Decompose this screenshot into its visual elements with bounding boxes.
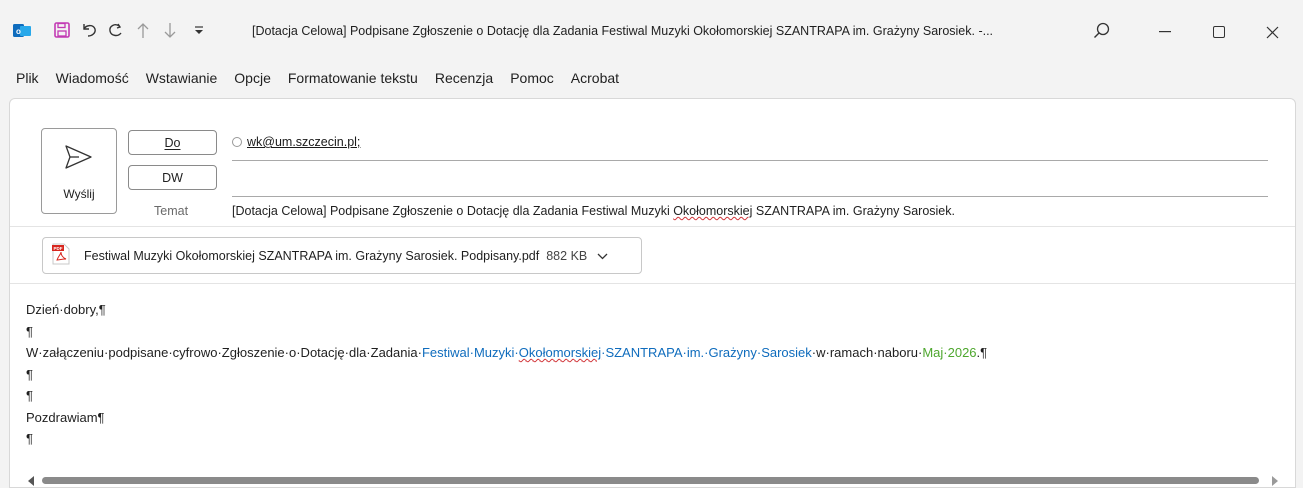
attachment-name: Festiwal Muzyki Okołomorskiej SZANTRAPA … xyxy=(84,248,540,263)
close-button[interactable] xyxy=(1249,14,1295,50)
send-label: Wyślij xyxy=(63,187,95,201)
svg-text:PDF: PDF xyxy=(54,246,63,251)
subject-label: Temat xyxy=(154,204,189,218)
attachment-separator xyxy=(10,283,1295,284)
window-title: [Dotacja Celowa] Podpisane Zgłoszenie o … xyxy=(252,24,994,38)
tab-format-text[interactable]: Formatowanie tekstu xyxy=(288,70,418,86)
arrow-down-icon[interactable] xyxy=(163,22,177,39)
tab-acrobat[interactable]: Acrobat xyxy=(571,70,619,86)
header-separator xyxy=(10,226,1295,227)
minimize-button[interactable] xyxy=(1142,14,1188,50)
horizontal-scrollbar[interactable] xyxy=(28,474,1278,487)
title-bar: o [Dotacja Celowa] Podpisane Zgłoszenie … xyxy=(0,0,1303,62)
cc-button[interactable]: DW xyxy=(128,165,217,190)
undo-icon[interactable] xyxy=(80,22,98,38)
compose-pane: Wyślij Do wk@um.szczecin.pl; DW Temat [D… xyxy=(9,98,1296,488)
presence-icon xyxy=(232,137,242,147)
outlook-icon: o xyxy=(13,23,31,39)
customize-toolbar-icon[interactable] xyxy=(193,24,205,36)
arrow-up-icon[interactable] xyxy=(136,22,150,39)
attachment-chip[interactable]: PDF Festiwal Muzyki Okołomorskiej SZANTR… xyxy=(42,237,642,274)
body-line: ¶ xyxy=(26,366,33,382)
body-line: Dzień·dobry,¶ xyxy=(26,302,106,317)
recipient-email[interactable]: wk@um.szczecin.pl; xyxy=(247,135,360,149)
to-divider xyxy=(232,160,1268,161)
chevron-down-icon[interactable] xyxy=(597,249,608,263)
tab-message[interactable]: Wiadomość xyxy=(56,70,129,86)
scroll-left-icon[interactable] xyxy=(28,476,34,486)
to-field[interactable]: wk@um.szczecin.pl; xyxy=(232,135,360,149)
ribbon-tabs: Plik Wiadomość Wstawianie Opcje Formatow… xyxy=(0,62,1303,94)
search-icon[interactable] xyxy=(1093,22,1111,40)
attachment-size: 882 KB xyxy=(546,248,588,263)
to-button[interactable]: Do xyxy=(128,130,217,155)
redo-icon[interactable] xyxy=(107,22,125,39)
tab-options[interactable]: Opcje xyxy=(234,70,271,86)
maximize-icon xyxy=(1213,26,1225,38)
send-button[interactable]: Wyślij xyxy=(41,128,117,214)
maximize-button[interactable] xyxy=(1196,14,1242,50)
tab-file[interactable]: Plik xyxy=(16,70,39,86)
svg-text:o: o xyxy=(16,27,21,36)
body-line: ¶ xyxy=(26,388,33,403)
message-body[interactable]: Dzień·dobry,¶ ¶ W·załączeniu·podpisane·c… xyxy=(26,299,987,450)
scrollbar-thumb[interactable] xyxy=(42,477,1259,484)
body-line: Pozdrawiam¶ xyxy=(26,409,105,425)
body-line: ¶ xyxy=(26,431,33,446)
body-line: ¶ xyxy=(26,323,33,339)
cc-label: DW xyxy=(162,170,183,185)
send-icon xyxy=(64,144,94,173)
save-icon[interactable] xyxy=(54,22,70,38)
tab-help[interactable]: Pomoc xyxy=(510,70,554,86)
close-icon xyxy=(1266,26,1278,38)
tab-review[interactable]: Recenzja xyxy=(435,70,493,86)
minimize-icon xyxy=(1159,31,1171,33)
tab-insert[interactable]: Wstawianie xyxy=(146,70,218,86)
body-line: W·załączeniu·podpisane·cyfrowo·Zgłoszeni… xyxy=(26,345,988,360)
cc-field[interactable] xyxy=(232,169,1268,193)
to-label: Do xyxy=(164,135,181,150)
scroll-right-icon[interactable] xyxy=(1272,476,1278,486)
subject-field[interactable]: [Dotacja Celowa] Podpisane Zgłoszenie o … xyxy=(232,204,955,218)
pdf-icon: PDF xyxy=(52,243,70,268)
cc-divider xyxy=(232,196,1268,197)
